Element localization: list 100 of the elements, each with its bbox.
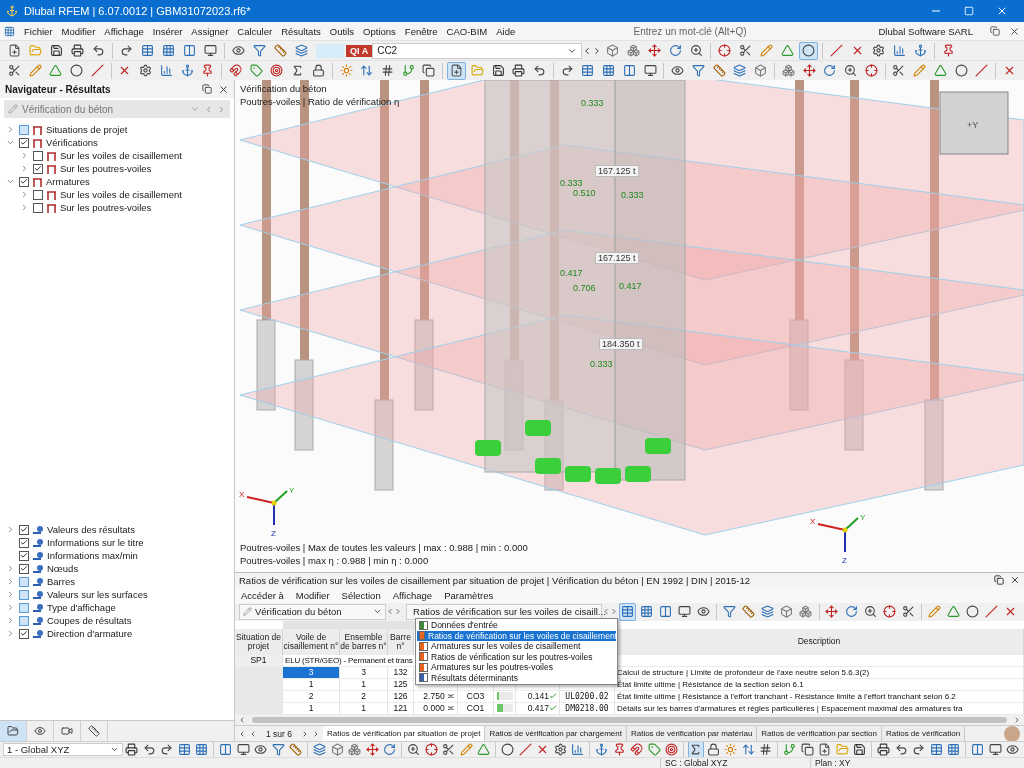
ratio-label: 0.706: [573, 283, 596, 293]
table-combo[interactable]: Ratios de vérification sur les voiles de cisaill...: [406, 603, 603, 620]
tree-item[interactable]: Informations sur le titre: [0, 536, 234, 549]
view-title: Vérification du béton: [240, 83, 328, 94]
tree-label: Vérifications: [46, 137, 98, 148]
table-cell: 132: [388, 667, 414, 679]
table-cell[interactable]: 1: [283, 703, 340, 715]
module-combo[interactable]: Vérification du béton: [239, 603, 387, 620]
menu-item[interactable]: Options: [363, 25, 396, 37]
table-cell: 2.750 ≍: [423, 691, 455, 702]
menu-item[interactable]: Accéder à: [241, 589, 284, 601]
table-cell: Détails sur les barres d'armatures et règles particulières | Espacement maximal des armatures tra: [617, 704, 963, 713]
menu-item[interactable]: Sélection: [341, 589, 381, 601]
load-case-combo[interactable]: CC2: [372, 42, 583, 59]
table-cell: 125: [388, 679, 414, 691]
tree-item[interactable]: Coupes de résultats: [0, 614, 234, 627]
result-summary: Poutres-voiles | max η : 0.988 | min η : 0.000: [240, 555, 430, 566]
menu-item[interactable]: Affichage: [104, 25, 144, 37]
ratio-label: 0.417: [619, 281, 642, 291]
tree-item[interactable]: Sur les voiles de cisaillement: [0, 188, 234, 201]
ratio-label: 0.333: [560, 178, 583, 188]
weight-label: 167.125 t: [595, 252, 639, 264]
table-cell: 1: [340, 679, 388, 691]
axis-label: Z: [271, 529, 276, 538]
dropdown-item[interactable]: Ratios de vérification sur les voiles de cisaillement: [417, 630, 616, 641]
tree-label: Valeurs sur les surfaces: [47, 589, 148, 600]
table-cell: 121: [388, 703, 414, 715]
axis-label: Y: [860, 513, 866, 522]
tree-item[interactable]: Valeurs des résultats: [0, 523, 234, 536]
table-cell: 1: [340, 703, 388, 715]
menu-item[interactable]: Affichage: [392, 589, 433, 601]
ratio-label: 0.417: [560, 268, 583, 278]
table-cell[interactable]: 1: [283, 679, 340, 691]
view-title: Poutres-voiles | Ratio de vérification η: [240, 96, 400, 107]
menu-item[interactable]: Insérer: [152, 25, 183, 37]
tree-label: Informations sur le titre: [47, 537, 144, 548]
status-text: SC : Global XYZ: [660, 758, 810, 768]
view-cube-label[interactable]: +Y: [967, 120, 979, 130]
table-cell: État limite ultime | Résistance à l'effort tranchant - Résistance limite à l'effort tranchant selon 6.2: [617, 692, 956, 701]
table-cell[interactable]: 2: [283, 691, 340, 703]
weight-label: 184.350 t: [599, 338, 643, 350]
tree-label: Nœuds: [47, 563, 79, 574]
tree-item[interactable]: Barres: [0, 575, 234, 588]
column-header: Ensemble de barres n°: [340, 629, 388, 655]
tree-item[interactable]: Situations de projet: [0, 123, 234, 136]
table-cell: DM0218.00: [565, 704, 609, 713]
column-header: Barre n°: [388, 629, 414, 655]
load-type-badge: QI A: [346, 44, 373, 57]
result-summary: Poutres-voiles | Max de toutes les valeurs | max : 0.988 | min : 0.000: [240, 542, 528, 553]
menu-item[interactable]: Outils: [329, 25, 355, 37]
menu-item[interactable]: CAO-BIM: [446, 25, 488, 37]
tree-label: Situations de projet: [46, 124, 128, 135]
ratio-label: 0.333: [590, 359, 613, 369]
table-cell: CO1: [466, 703, 485, 714]
menu-item[interactable]: Modifier: [295, 589, 330, 601]
tree-label: Barres: [47, 576, 75, 587]
table-tab[interactable]: Ratios de vérification par chargement: [485, 726, 627, 741]
table-tab[interactable]: Ratios de vérification: [881, 726, 966, 741]
menu-item[interactable]: Aide: [496, 25, 516, 37]
tree-label: Valeurs des résultats: [47, 524, 135, 535]
tree-label: Sur les poutres-voiles: [60, 202, 152, 213]
table-cell: 0.000 ≍: [423, 703, 455, 714]
table-cell: 126: [388, 691, 414, 703]
tree-label: Sur les poutres-voiles: [60, 163, 152, 174]
coordinate-system-combo[interactable]: 1 - Global XYZ: [3, 743, 124, 756]
menu-item[interactable]: Calculer: [237, 25, 273, 37]
tree-item[interactable]: Type d'affichage: [0, 601, 234, 614]
tree-item[interactable]: Sur les voiles de cisaillement: [0, 149, 234, 162]
axis-label: X: [810, 517, 816, 526]
ratio-label: 0.333: [621, 190, 644, 200]
tree-label: Armatures: [46, 176, 90, 187]
menu-item[interactable]: Fenêtre: [404, 25, 438, 37]
menu-item[interactable]: Assigner: [191, 25, 229, 37]
panel-title: Ratios de vérification sur les voiles de cisaillement par situation de projet | Vérification du béton | EN 1992 | DIN | 2015-12: [239, 574, 751, 586]
tree-label: Type d'affichage: [47, 602, 116, 613]
axis-label: Z: [842, 556, 847, 565]
status-text: Plan : XY: [810, 758, 960, 768]
ratio-label: 0.333: [581, 98, 604, 108]
menu-item[interactable]: Paramètres: [444, 589, 494, 601]
tree-item[interactable]: Valeurs sur les surfaces: [0, 588, 234, 601]
table-tab[interactable]: Ratios de vérification par matériau: [626, 726, 758, 741]
tree-item[interactable]: Informations max/min: [0, 549, 234, 562]
menu-item[interactable]: Modifier: [61, 25, 96, 37]
group-label: ELU (STR/GEO) - Permanent et trans: [285, 656, 413, 665]
tree-item[interactable]: Armatures: [0, 175, 234, 188]
table-cell: 0.141: [527, 691, 549, 702]
table-tab[interactable]: Ratios de vérification par situation de projet: [323, 726, 486, 741]
menu-item[interactable]: Fichier: [24, 25, 53, 37]
tree-item[interactable]: Sur les poutres-voiles: [0, 162, 234, 175]
menu-item[interactable]: Résultats: [281, 25, 321, 37]
tree-item[interactable]: Sur les poutres-voiles: [0, 201, 234, 214]
table-cell: CO3: [466, 691, 485, 702]
table-cell: 0.417: [527, 703, 549, 714]
table-tab[interactable]: Ratios de vérification par section: [757, 726, 882, 741]
tree-item[interactable]: Direction d'armature: [0, 627, 234, 640]
tree-item[interactable]: Vérifications: [0, 136, 234, 149]
table-cell: UL0200.02: [565, 692, 609, 701]
tree-item[interactable]: Nœuds: [0, 562, 234, 575]
tree-label: Sur les voiles de cisaillement: [60, 150, 182, 161]
axis-label: X: [239, 490, 245, 499]
